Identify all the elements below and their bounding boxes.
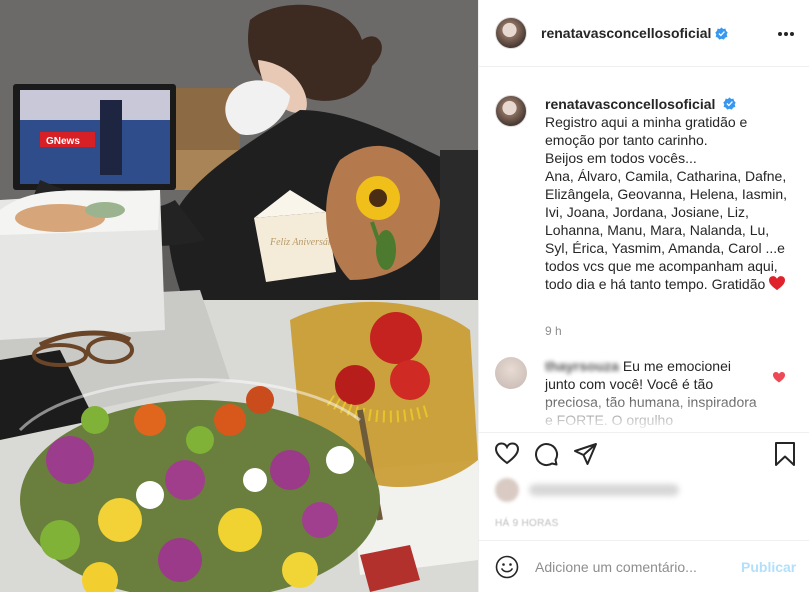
caption-body: renatavasconcellosoficial Registro aqui …	[545, 95, 795, 293]
scroll-fade	[479, 388, 809, 432]
caption-username[interactable]: renatavasconcellosoficial	[545, 96, 715, 112]
verified-badge-icon	[715, 26, 729, 40]
likes-text	[529, 484, 679, 496]
post-photo[interactable]: GNews Feliz Aniversário!	[0, 0, 478, 592]
verified-badge-icon	[723, 97, 736, 110]
likes-summary[interactable]	[495, 478, 679, 502]
comment-heart-icon[interactable]	[773, 370, 785, 383]
posted-time[interactable]: HÁ 9 HORAS	[495, 518, 559, 529]
comment-username[interactable]: thayrsouza	[545, 358, 619, 374]
comment-input[interactable]	[535, 558, 731, 575]
publish-button[interactable]: Publicar	[741, 559, 796, 575]
caption-avatar[interactable]	[495, 95, 527, 127]
comments-area[interactable]: renatavasconcellosoficial Registro aqui …	[479, 68, 809, 432]
add-comment-bar: Publicar	[479, 540, 809, 592]
author-username[interactable]: renatavasconcellosoficial	[541, 25, 711, 41]
emoji-icon[interactable]	[495, 555, 519, 579]
photo-illustration: GNews Feliz Aniversário!	[0, 0, 478, 592]
post-header: renatavasconcellosoficial	[479, 0, 809, 67]
author-avatar[interactable]	[495, 17, 527, 49]
red-heart-emoji-icon	[769, 276, 786, 291]
post-side-panel: renatavasconcellosoficial renatavasconce…	[478, 0, 809, 592]
tv-logo: GNews	[46, 136, 80, 147]
action-bar	[479, 432, 809, 476]
more-options-icon[interactable]	[776, 24, 796, 44]
share-icon[interactable]	[573, 441, 599, 467]
caption-time[interactable]: 9 h	[545, 324, 562, 338]
comment-icon[interactable]	[533, 441, 559, 467]
liker-avatar	[495, 478, 519, 502]
heart-icon[interactable]	[494, 441, 520, 467]
caption: renatavasconcellosoficial Registro aqui …	[495, 95, 795, 293]
commenter-avatar[interactable]	[495, 357, 527, 389]
caption-text: Registro aqui a minha gratidão e emoção …	[545, 114, 788, 292]
bookmark-icon[interactable]	[772, 441, 798, 467]
